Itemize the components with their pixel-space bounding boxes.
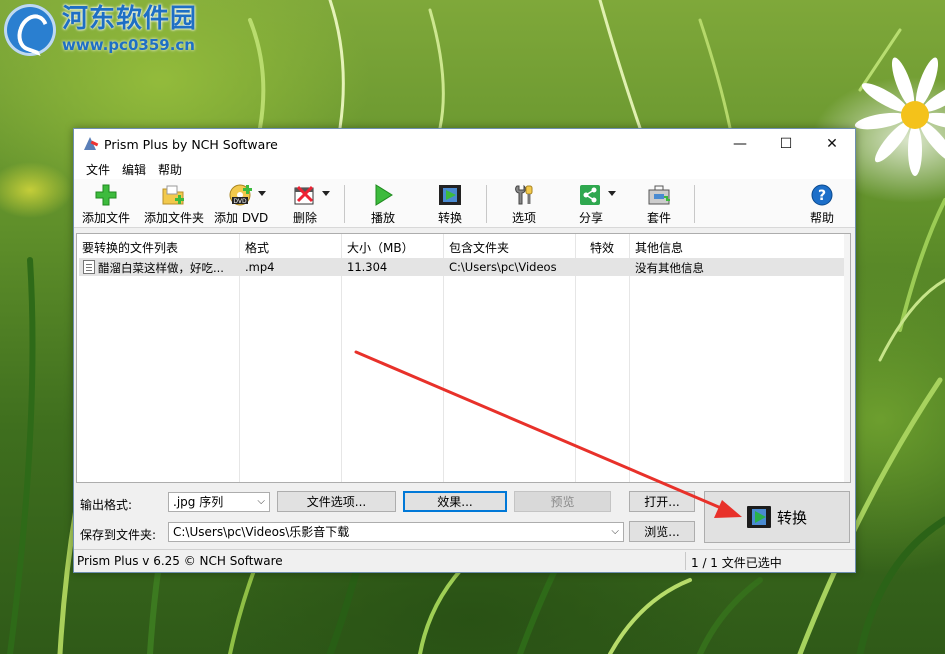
wrench-icon [511, 183, 537, 207]
close-button[interactable]: ✕ [809, 129, 855, 159]
row-size: 11.304 [347, 260, 388, 274]
daisy-flower [854, 57, 945, 176]
delete-icon [292, 183, 330, 207]
help-button[interactable]: ? 帮助 [809, 183, 835, 225]
share-button[interactable]: 分享 [578, 183, 616, 225]
row-folder: C:\Users\pc\Videos [449, 260, 557, 274]
row-info: 没有其他信息 [635, 261, 704, 275]
maximize-button[interactable]: ☐ [763, 129, 809, 159]
delete-dropdown-icon[interactable] [322, 191, 330, 196]
play-icon [370, 183, 396, 207]
options-button[interactable]: 选项 [511, 183, 537, 225]
suite-briefcase-icon [646, 183, 672, 207]
header-size[interactable]: 大小（MB） [347, 239, 414, 256]
add-folder-button[interactable]: 添加文件夹 [144, 183, 204, 225]
watermark-url: www.pc0359.cn [62, 36, 195, 54]
status-version: Prism Plus v 6.25 © NCH Software [77, 554, 283, 568]
watermark-title: 河东软件园 [62, 4, 198, 34]
output-format-label: 输出格式: [80, 498, 133, 512]
header-file-list[interactable]: 要转换的文件列表 [82, 239, 178, 256]
row-format: .mp4 [245, 260, 275, 274]
toolbar: 添加文件 添加文件夹 DVD 添加 DVD 删除 播放 转换 选项 分享 套件 … [74, 179, 855, 228]
delete-button[interactable]: 删除 [292, 183, 330, 225]
status-bar: Prism Plus v 6.25 © NCH Software 1 / 1 文… [74, 549, 855, 572]
svg-text:DVD: DVD [234, 198, 248, 205]
chevron-down-icon: ⌵ [257, 496, 265, 507]
header-format[interactable]: 格式 [245, 239, 269, 256]
add-dvd-dropdown-icon[interactable] [258, 191, 267, 196]
film-convert-icon [746, 506, 771, 528]
folder-add-icon [161, 183, 187, 207]
effects-button[interactable]: 效果... [403, 491, 507, 512]
status-selection: 1 / 1 文件已选中 [691, 556, 782, 570]
share-icon [578, 183, 616, 207]
file-list[interactable]: 要转换的文件列表 格式 大小（MB） 包含文件夹 特效 其他信息 醋溜白菜这样做… [76, 233, 851, 483]
add-file-button[interactable]: 添加文件 [82, 183, 130, 225]
help-icon: ? [809, 183, 835, 207]
save-folder-select[interactable]: C:\Users\pc\Videos\乐影音下载 ⌵ [168, 522, 624, 542]
toolbar-separator [486, 185, 487, 223]
header-folder[interactable]: 包含文件夹 [449, 239, 509, 256]
plus-icon [93, 183, 119, 207]
save-folder-label: 保存到文件夹: [80, 528, 157, 542]
preview-button[interactable]: 预览 [514, 491, 611, 512]
document-icon [83, 260, 95, 274]
header-info[interactable]: 其他信息 [635, 239, 683, 256]
open-button[interactable]: 打开... [629, 491, 695, 512]
toolbar-convert-button[interactable]: 转换 [437, 183, 463, 225]
menu-help[interactable]: 帮助 [152, 161, 188, 178]
file-options-button[interactable]: 文件选项... [277, 491, 396, 512]
watermark-logo-icon [4, 4, 56, 56]
suite-button[interactable]: 套件 [646, 183, 672, 225]
prism-app-icon [82, 136, 98, 152]
minimize-button[interactable]: — [717, 129, 763, 159]
table-row[interactable]: 醋溜白菜这样做，好吃... .mp4 11.304 C:\Users\pc\Vi… [79, 258, 844, 276]
film-convert-icon [437, 183, 463, 207]
list-scrollbar[interactable] [844, 234, 850, 482]
svg-text:?: ? [818, 188, 826, 204]
share-dropdown-icon[interactable] [608, 191, 616, 196]
chevron-down-icon: ⌵ [611, 526, 619, 537]
window-title: Prism Plus by NCH Software [104, 136, 278, 152]
toolbar-separator [694, 185, 695, 223]
watermark: 河东软件园 www.pc0359.cn [4, 4, 197, 56]
title-bar: Prism Plus by NCH Software — ☐ ✕ [74, 129, 855, 159]
add-dvd-button[interactable]: DVD 添加 DVD [214, 183, 268, 225]
menu-bar: 文件 编辑 帮助 [74, 159, 855, 179]
header-effects[interactable]: 特效 [590, 239, 614, 256]
browse-button[interactable]: 浏览... [629, 521, 695, 542]
convert-button[interactable]: 转换 [704, 491, 850, 543]
app-window: Prism Plus by NCH Software — ☐ ✕ 文件 编辑 帮… [73, 128, 856, 573]
menu-file[interactable]: 文件 [80, 161, 116, 178]
row-file-name: 醋溜白菜这样做，好吃... [83, 260, 237, 276]
status-separator [685, 552, 686, 570]
play-button[interactable]: 播放 [370, 183, 396, 225]
dvd-icon: DVD [228, 183, 267, 207]
menu-edit[interactable]: 编辑 [116, 161, 152, 178]
toolbar-separator [344, 185, 345, 223]
output-format-select[interactable]: .jpg 序列 ⌵ [168, 492, 270, 512]
